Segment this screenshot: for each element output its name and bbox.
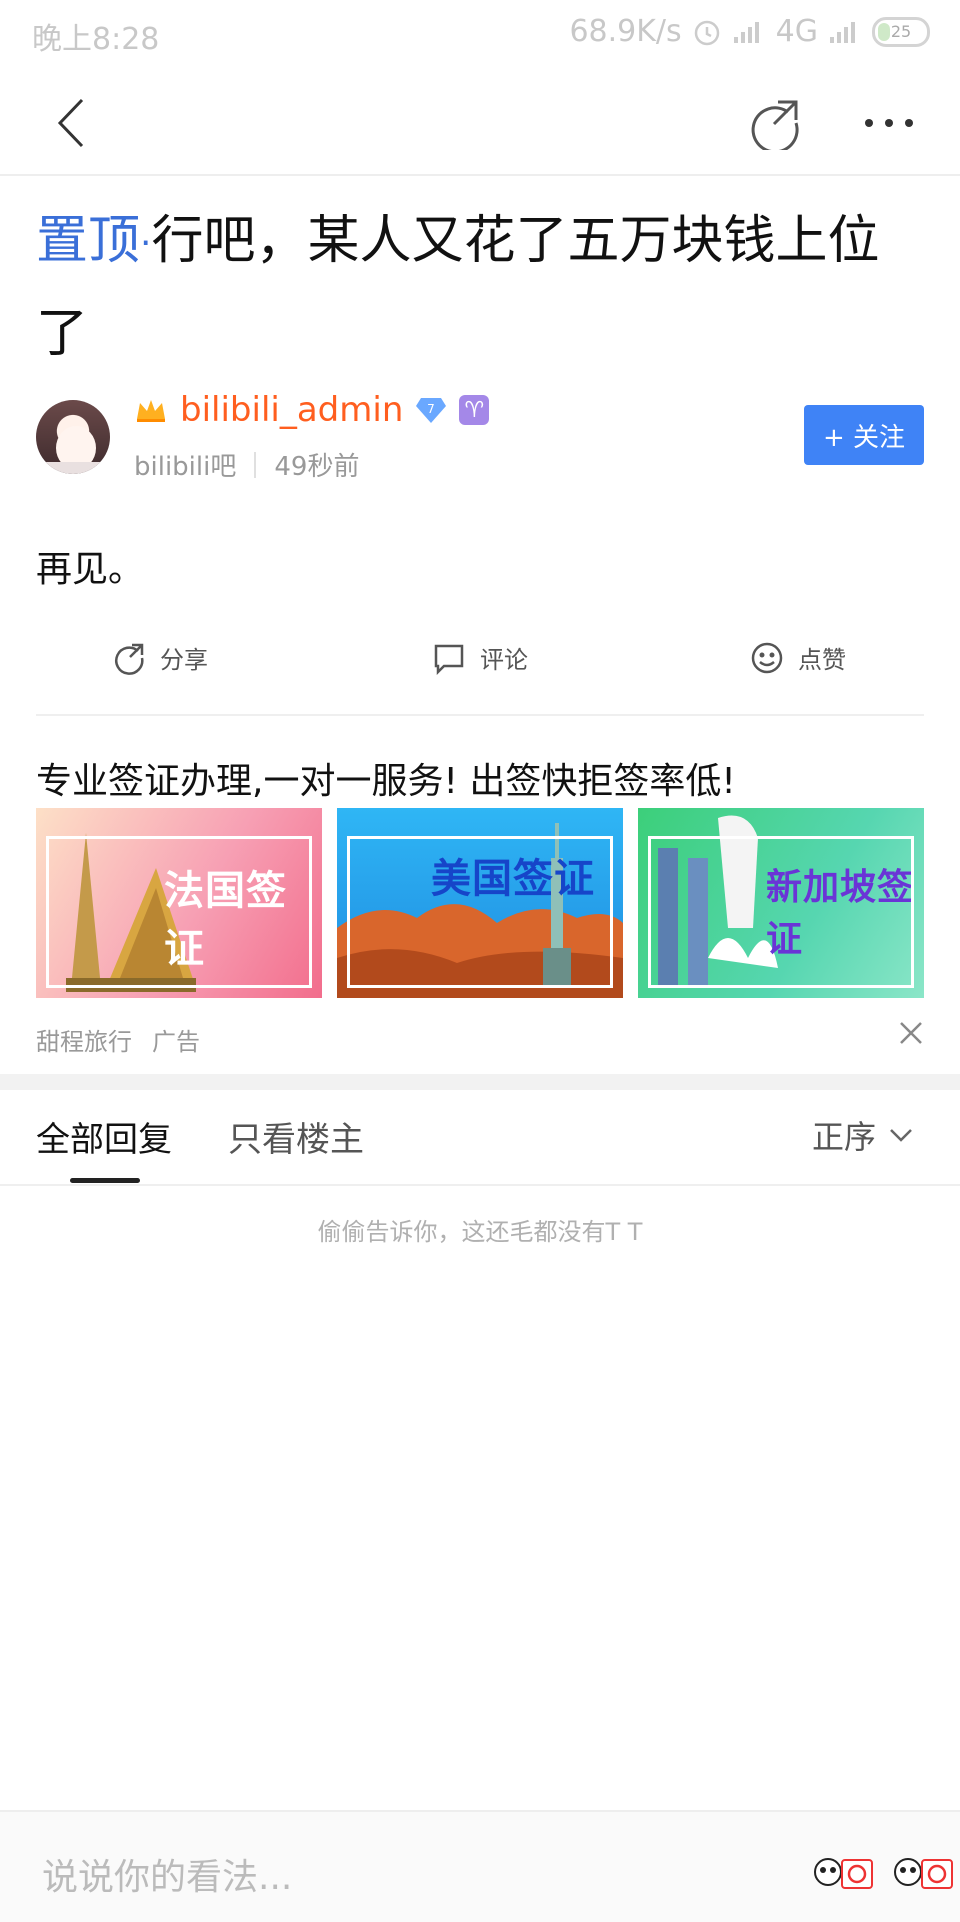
share-action-label: 分享 bbox=[160, 646, 208, 674]
share-action-icon bbox=[115, 643, 144, 675]
top-nav bbox=[0, 72, 960, 176]
panda-emoji-icon[interactable] bbox=[812, 1852, 882, 1892]
zodiac-badge: ♈ bbox=[459, 395, 490, 425]
status-indicators: 68.9K/s 4G 25 bbox=[569, 14, 930, 49]
follow-button[interactable]: + 关注 bbox=[804, 405, 924, 465]
panda-emoji-icon-2[interactable] bbox=[892, 1852, 960, 1892]
status-time: 晚上8:28 bbox=[32, 22, 160, 57]
level-number: 7 bbox=[428, 402, 436, 416]
post-meta: bilibili吧 49秒前 bbox=[134, 446, 359, 483]
comment-action-label: 评论 bbox=[480, 646, 528, 674]
pinned-label: 置顶 bbox=[36, 211, 141, 271]
network-type: 4G bbox=[775, 14, 818, 49]
status-bar: 晚上8:28 68.9K/s 4G 25 bbox=[0, 0, 960, 72]
signal-icon-2 bbox=[830, 21, 855, 43]
ad-image-usa[interactable]: 美国签证 bbox=[337, 808, 623, 998]
battery-icon: 25 bbox=[872, 16, 930, 47]
sort-dropdown[interactable]: 正序 bbox=[812, 1112, 914, 1158]
post-title: 置顶·行吧，某人又花了五万块钱上位了 bbox=[36, 196, 916, 379]
ad-advertiser: 甜程旅行 bbox=[36, 1028, 132, 1056]
like-action-label: 点赞 bbox=[798, 646, 846, 674]
signal-icon bbox=[733, 21, 759, 43]
forum-name[interactable]: bilibili吧 bbox=[134, 446, 236, 483]
title-dot: · bbox=[140, 223, 152, 264]
like-action[interactable]: 点赞 bbox=[750, 640, 846, 675]
ad-tag: 广告 bbox=[152, 1028, 200, 1056]
tab-all-replies[interactable]: 全部回复 bbox=[36, 1112, 172, 1161]
ad-image-frame bbox=[347, 836, 613, 988]
empty-replies-text: 偷偷告诉你，这还毛都没有T T bbox=[317, 1218, 643, 1246]
level-diamond-icon: 7 bbox=[416, 398, 447, 423]
more-icon[interactable] bbox=[862, 110, 916, 136]
ad-title[interactable]: 专业签证办理,一对一服务! 出签快拒签率低! bbox=[36, 752, 736, 804]
reply-tabs: 全部回复 只看楼主 正序 bbox=[0, 1090, 960, 1186]
sort-label: 正序 bbox=[812, 1118, 877, 1156]
like-icon bbox=[751, 642, 783, 673]
close-icon[interactable] bbox=[898, 1020, 924, 1046]
chevron-down-icon bbox=[890, 1129, 912, 1142]
ad-image-singapore[interactable]: 新加坡签证 bbox=[638, 808, 924, 998]
back-icon[interactable] bbox=[48, 96, 98, 150]
meta-divider bbox=[254, 451, 257, 478]
ad-image-frame bbox=[46, 836, 312, 988]
follow-button-label: + 关注 bbox=[822, 422, 906, 453]
comment-action[interactable]: 评论 bbox=[432, 640, 528, 675]
active-tab-indicator bbox=[70, 1178, 140, 1183]
crown-icon bbox=[137, 400, 165, 422]
battery-level: 25 bbox=[890, 22, 912, 41]
post-title-text: 行吧，某人又花了五万块钱上位了 bbox=[36, 211, 880, 364]
section-divider bbox=[0, 1074, 960, 1090]
post-content: 再见。 bbox=[36, 549, 145, 590]
comment-icon bbox=[434, 644, 464, 675]
tab-only-op[interactable]: 只看楼主 bbox=[228, 1112, 364, 1161]
ad-meta: 甜程旅行 广告 bbox=[36, 1022, 200, 1057]
avatar[interactable] bbox=[36, 400, 110, 474]
network-speed: 68.9K/s bbox=[569, 14, 682, 49]
share-action[interactable]: 分享 bbox=[112, 640, 208, 675]
share-icon[interactable] bbox=[748, 96, 802, 150]
comment-input-placeholder[interactable]: 说说你的看法... bbox=[42, 1848, 292, 1900]
comment-composer[interactable]: 说说你的看法... bbox=[0, 1810, 960, 1922]
author-line: bilibili_admin 7 ♈ bbox=[134, 390, 490, 430]
post-time: 49秒前 bbox=[274, 452, 360, 482]
author-name[interactable]: bilibili_admin bbox=[180, 390, 403, 430]
ad-image-france[interactable]: 法国签证 bbox=[36, 808, 322, 998]
action-bar: 分享 评论 点赞 bbox=[36, 630, 924, 716]
alarm-icon bbox=[694, 20, 719, 45]
ad-image-frame bbox=[648, 836, 914, 988]
